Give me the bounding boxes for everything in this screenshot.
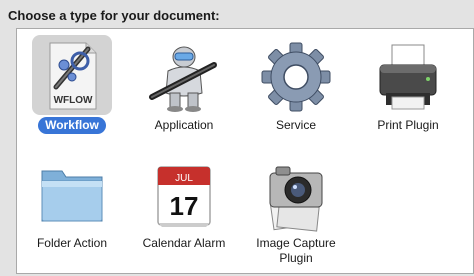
gear-icon — [261, 42, 331, 112]
printer-icon — [379, 44, 437, 110]
calendar-alarm-icon-frame: JUL 17 — [144, 153, 224, 233]
type-label: Workflow — [38, 117, 106, 134]
document-type-grid: WFLOW Workflow Application Service Print… — [16, 28, 474, 274]
type-label: Application — [154, 118, 214, 132]
print-plugin-icon-frame — [368, 35, 448, 115]
type-service[interactable]: Service — [244, 35, 348, 134]
type-label: Calendar Alarm — [142, 236, 226, 250]
svg-text:WFLOW: WFLOW — [54, 95, 93, 106]
type-label-line-1: Image Capture — [256, 236, 336, 250]
type-label: Print Plugin — [377, 118, 439, 132]
type-label-line-2: Plugin — [279, 251, 313, 265]
application-icon-frame — [144, 35, 224, 115]
type-label: Image Capture Plugin — [249, 235, 342, 267]
svg-text:JUL: JUL — [175, 173, 193, 184]
type-image-capture-plugin[interactable]: Image Capture Plugin — [244, 153, 348, 267]
type-folder-action[interactable]: Folder Action — [20, 153, 124, 252]
type-workflow[interactable]: WFLOW Workflow — [20, 35, 124, 134]
workflow-icon-frame: WFLOW — [32, 35, 112, 115]
workflow-icon: WFLOW — [49, 42, 97, 110]
type-application[interactable]: Application — [132, 35, 236, 134]
camera-icon — [269, 166, 323, 232]
calendar-icon: JUL 17 — [157, 166, 211, 227]
type-label: Service — [275, 118, 316, 132]
type-print-plugin[interactable]: Print Plugin — [356, 35, 460, 134]
svg-text:17: 17 — [170, 191, 199, 221]
type-calendar-alarm[interactable]: JUL 17 Calendar Alarm — [132, 153, 236, 252]
folder-icon — [41, 170, 103, 222]
type-label: Folder Action — [36, 236, 108, 250]
type-chooser-heading: Choose a type for your document: — [8, 8, 220, 23]
folder-action-icon-frame — [32, 153, 112, 233]
automator-robot-icon — [149, 46, 217, 112]
image-capture-icon-frame — [256, 153, 336, 233]
service-icon-frame — [256, 35, 336, 115]
